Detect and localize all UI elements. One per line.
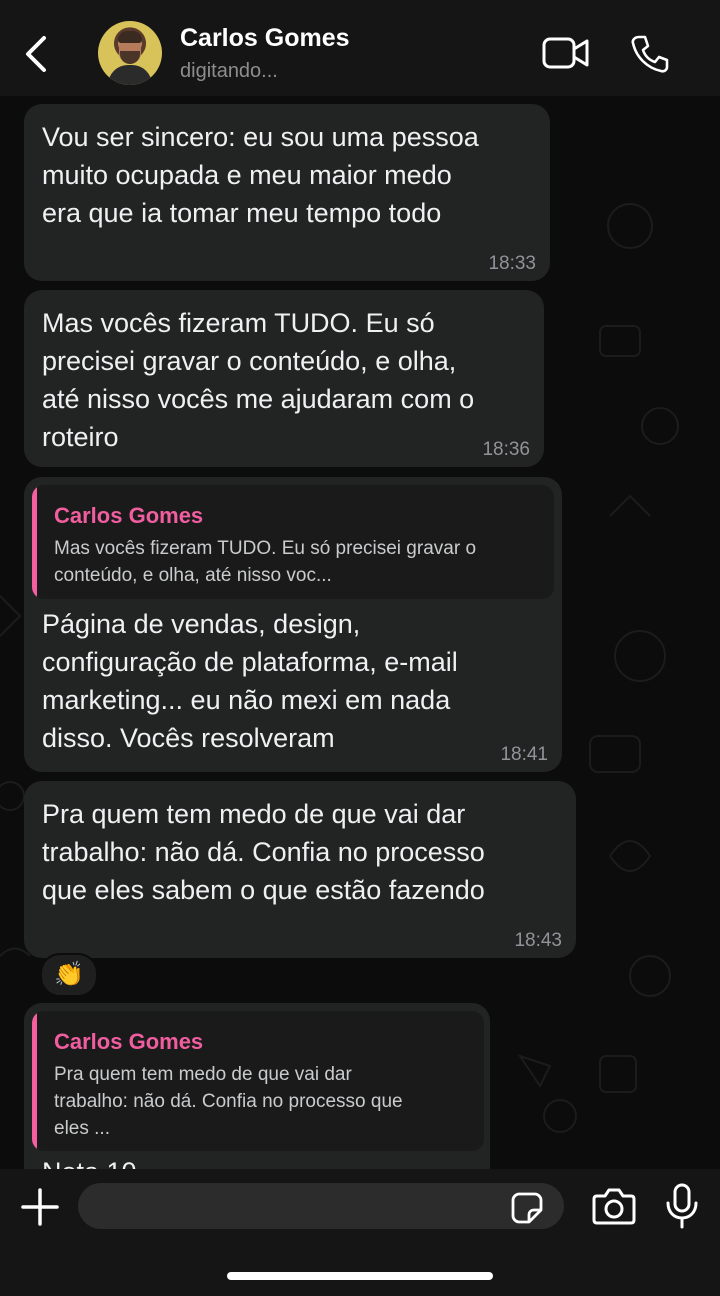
quoted-text: Pra quem tem medo de que vai dar trabalh… (54, 1064, 403, 1139)
message-bubble[interactable]: Mas vocês fizeram TUDO. Eu só precisei g… (24, 290, 544, 467)
home-indicator[interactable] (227, 1272, 493, 1280)
message-bubble[interactable]: Carlos Gomes Pra quem tem medo de que va… (24, 1003, 490, 1169)
contact-name[interactable]: Carlos Gomes (180, 24, 350, 53)
message-time: 18:33 (488, 253, 536, 274)
message-time: 18:41 (500, 744, 548, 765)
message-text: Página de vendas, design, configuração d… (42, 609, 458, 753)
video-call-icon[interactable] (542, 36, 590, 70)
composer-bar (0, 1169, 720, 1296)
message-bubble[interactable]: Pra quem tem medo de que vai dar trabalh… (24, 781, 576, 958)
phone-icon[interactable] (630, 34, 670, 74)
camera-icon[interactable] (592, 1187, 636, 1225)
message-time: 18:43 (514, 930, 562, 951)
quoted-sender: Carlos Gomes (54, 503, 204, 528)
quoted-sender: Carlos Gomes (54, 1029, 204, 1054)
message-text: Vou ser sincero: eu sou uma pessoa muito… (42, 122, 479, 228)
plus-icon[interactable] (20, 1187, 60, 1227)
quoted-text: Mas vocês fizeram TUDO. Eu só precisei g… (54, 538, 477, 586)
message-text: Mas vocês fizeram TUDO. Eu só precisei g… (42, 308, 475, 452)
microphone-icon[interactable] (664, 1183, 700, 1229)
avatar[interactable] (98, 21, 162, 85)
chat-header: Carlos Gomes digitando... (0, 0, 720, 96)
back-arrow-icon[interactable] (18, 32, 54, 76)
chat-area[interactable]: Vou ser sincero: eu sou uma pessoa muito… (0, 96, 720, 1169)
quoted-message[interactable]: Carlos Gomes Pra quem tem medo de que va… (32, 1011, 484, 1151)
sticker-icon[interactable] (510, 1191, 544, 1225)
message-input[interactable] (78, 1183, 564, 1229)
message-text: Nota 10 (42, 1153, 137, 1169)
message-time: 18:36 (482, 439, 530, 460)
message-bubble[interactable]: Vou ser sincero: eu sou uma pessoa muito… (24, 104, 550, 281)
reaction-badge[interactable]: 👏 (40, 953, 98, 997)
typing-status: digitando... (180, 60, 278, 82)
quoted-message[interactable]: Carlos Gomes Mas vocês fizeram TUDO. Eu … (32, 485, 554, 599)
message-bubble[interactable]: Carlos Gomes Mas vocês fizeram TUDO. Eu … (24, 477, 562, 772)
message-text: Pra quem tem medo de que vai dar trabalh… (42, 799, 485, 905)
